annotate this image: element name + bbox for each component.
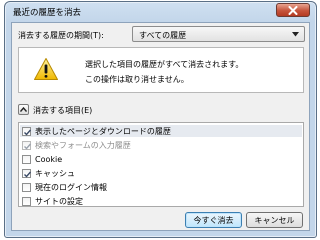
list-item-label: 表示したページとダウンロードの履歴 <box>35 126 171 136</box>
checkbox-form-history <box>22 140 32 150</box>
period-label: 消去する履歴の期間(T): <box>18 31 104 40</box>
list-item-label: 検索やフォームの入力履歴 <box>35 140 131 150</box>
title-bar: 最近の履歴を消去 <box>5 2 316 21</box>
items-label: 消去する項目(E) <box>33 106 93 115</box>
period-select-value: すべての履歴 <box>139 31 187 40</box>
checkbox-cookie[interactable] <box>22 154 31 164</box>
list-item-logins[interactable]: 現在のログイン情報 <box>22 181 107 193</box>
items-list: 表示したページとダウンロードの履歴 検索やフォームの入力履歴 Cookie キャ… <box>18 122 304 207</box>
list-item-label: サイトの設定 <box>35 196 83 206</box>
list-item-cache[interactable]: キャッシュ <box>22 167 75 179</box>
check-icon <box>24 171 32 178</box>
list-item-label: 現在のログイン情報 <box>35 182 107 192</box>
close-icon <box>288 5 298 15</box>
list-item-cookie[interactable]: Cookie <box>22 153 62 165</box>
list-item-site-settings[interactable]: サイトの設定 <box>22 195 83 207</box>
chevron-up-icon <box>20 107 27 112</box>
list-item-history[interactable]: 表示したページとダウンロードの履歴 <box>20 125 302 137</box>
chevron-down-icon <box>292 32 299 37</box>
clear-now-button[interactable]: 今すぐ消去 <box>185 212 242 228</box>
list-item-form-history: 検索やフォームの入力履歴 <box>22 139 131 151</box>
cancel-button[interactable]: キャンセル <box>246 212 303 228</box>
list-item-label: キャッシュ <box>35 168 75 178</box>
checkbox-cache[interactable] <box>22 168 32 178</box>
checkbox-history[interactable] <box>22 126 32 136</box>
checkbox-site-settings[interactable] <box>22 196 31 206</box>
check-icon <box>24 143 32 150</box>
warning-text-line2: この操作は取り消せません。 <box>85 75 189 84</box>
dialog-title: 最近の履歴を消去 <box>13 8 82 18</box>
items-expander-button[interactable] <box>18 104 29 115</box>
warning-panel: 選択した項目の履歴がすべて消去されます。 この操作は取り消せません。 <box>18 47 304 93</box>
dialog-body: 消去する履歴の期間(T): すべての履歴 選択した項目の履歴がすべて消去されます… <box>11 22 310 231</box>
period-select[interactable]: すべての履歴 <box>132 26 305 42</box>
checkbox-logins[interactable] <box>22 182 31 192</box>
warning-icon <box>34 58 58 80</box>
warning-text-line1: 選択した項目の履歴がすべて消去されます。 <box>85 60 244 69</box>
check-icon <box>24 129 32 136</box>
close-button[interactable] <box>276 3 310 17</box>
list-item-label: Cookie <box>35 154 63 164</box>
clear-history-dialog: 最近の履歴を消去 消去する履歴の期間(T): すべての履歴 選択した項目の履歴が… <box>4 1 317 238</box>
